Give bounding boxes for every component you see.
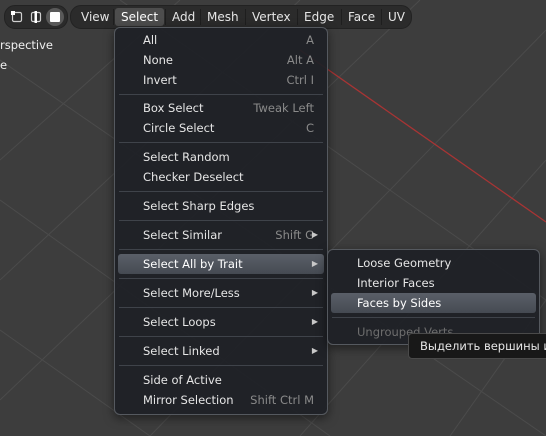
menu-item-select-random[interactable]: Select Random (118, 147, 324, 167)
menu-item-checker-deselect[interactable]: Checker Deselect (118, 167, 324, 187)
menu-item-label: All (143, 33, 158, 47)
select-mode-group (4, 5, 68, 29)
menu-item-label: Invert (143, 73, 177, 87)
menu-item-select-more-less[interactable]: Select More/Less ▶ (118, 283, 324, 303)
select-all-by-trait-submenu: Loose Geometry Interior Faces Faces by S… (327, 249, 540, 345)
menu-view[interactable]: View (75, 8, 115, 26)
submenu-arrow-icon: ▶ (311, 288, 318, 297)
menu-item-select-all-by-trait[interactable]: Select All by Trait ▶ (118, 254, 324, 274)
menu-item-shortcut: Shift G (275, 228, 314, 242)
menu-item-label: Select Sharp Edges (143, 199, 255, 213)
menu-divider (332, 317, 535, 318)
submenu-item-faces-by-sides[interactable]: Faces by Sides (331, 293, 536, 313)
menubar-divider (113, 9, 114, 25)
menu-item-shortcut: Alt A (286, 53, 314, 67)
menu-divider (119, 220, 323, 221)
header-menubar: View Select Add Mesh Vertex Edge Face UV (70, 5, 412, 29)
menu-divider (119, 94, 323, 95)
menu-item-mirror-selection[interactable]: Mirror Selection Shift Ctrl M (118, 390, 324, 410)
submenu-item-interior-faces[interactable]: Interior Faces (331, 273, 536, 293)
menu-item-invert[interactable]: Invert Ctrl I (118, 70, 324, 90)
submenu-arrow-icon: ▶ (311, 259, 318, 268)
menu-item-label: Side of Active (143, 373, 222, 387)
menu-vertex[interactable]: Vertex (246, 8, 297, 26)
menu-divider (119, 307, 323, 308)
view-perspective-label: rspective (0, 38, 54, 52)
menu-face[interactable]: Face (342, 8, 381, 26)
menu-item-label: Loose Geometry (357, 256, 452, 270)
submenu-item-loose-geometry[interactable]: Loose Geometry (331, 253, 536, 273)
menu-item-shortcut: Shift Ctrl M (250, 393, 314, 407)
menu-add[interactable]: Add (166, 8, 201, 26)
edge-select-icon[interactable] (27, 8, 45, 26)
vertex-select-icon[interactable] (8, 8, 26, 26)
menu-divider (119, 142, 323, 143)
submenu-arrow-icon: ▶ (311, 346, 318, 355)
menu-item-label: Select Random (143, 150, 230, 164)
menu-item-shortcut: Ctrl I (286, 73, 314, 87)
menu-item-label: None (143, 53, 174, 67)
menu-edge[interactable]: Edge (298, 8, 340, 26)
menu-item-select-sharp-edges[interactable]: Select Sharp Edges (118, 196, 324, 216)
menu-item-circle-select[interactable]: Circle Select C (118, 118, 324, 138)
menu-item-box-select[interactable]: Box Select Tweak Left (118, 98, 324, 118)
view-sub-label: e (0, 58, 8, 72)
menu-item-none[interactable]: None Alt A (118, 50, 324, 70)
menu-item-all[interactable]: All A (118, 30, 324, 50)
menu-divider (119, 365, 323, 366)
menu-item-label: Mirror Selection (143, 393, 234, 407)
submenu-arrow-icon: ▶ (311, 317, 318, 326)
menu-divider (119, 191, 323, 192)
menu-item-label: Select Linked (143, 344, 220, 358)
face-select-icon[interactable] (46, 8, 64, 26)
menu-item-shortcut: Tweak Left (253, 101, 314, 115)
menu-uv[interactable]: UV (382, 8, 411, 26)
menu-item-label: Select Similar (143, 228, 222, 242)
menu-select[interactable]: Select (115, 8, 165, 26)
menu-item-label: Checker Deselect (143, 170, 244, 184)
tooltip: Выделить вершины и (408, 333, 546, 359)
menu-item-select-similar[interactable]: Select Similar Shift G ▶ (118, 225, 324, 245)
submenu-arrow-icon: ▶ (311, 230, 318, 239)
menu-item-label: Faces by Sides (357, 296, 442, 310)
menu-item-label: Select More/Less (143, 286, 240, 300)
menu-divider (119, 336, 323, 337)
menu-mesh[interactable]: Mesh (201, 8, 245, 26)
select-menu: All A None Alt A Invert Ctrl I Box Selec… (114, 27, 328, 415)
menu-divider (119, 249, 323, 250)
menu-item-label: Box Select (143, 101, 204, 115)
menu-item-shortcut: C (305, 121, 314, 135)
menu-item-shortcut: A (306, 33, 314, 47)
menu-item-select-linked[interactable]: Select Linked ▶ (118, 341, 324, 361)
menu-item-side-of-active[interactable]: Side of Active (118, 370, 324, 390)
x-axis-line (299, 49, 546, 223)
menu-item-label: Interior Faces (357, 276, 435, 290)
menu-item-label: Select Loops (143, 315, 216, 329)
menu-divider (119, 278, 323, 279)
menu-item-label: Select All by Trait (143, 257, 243, 271)
menu-item-select-loops[interactable]: Select Loops ▶ (118, 312, 324, 332)
menu-item-label: Circle Select (143, 121, 215, 135)
